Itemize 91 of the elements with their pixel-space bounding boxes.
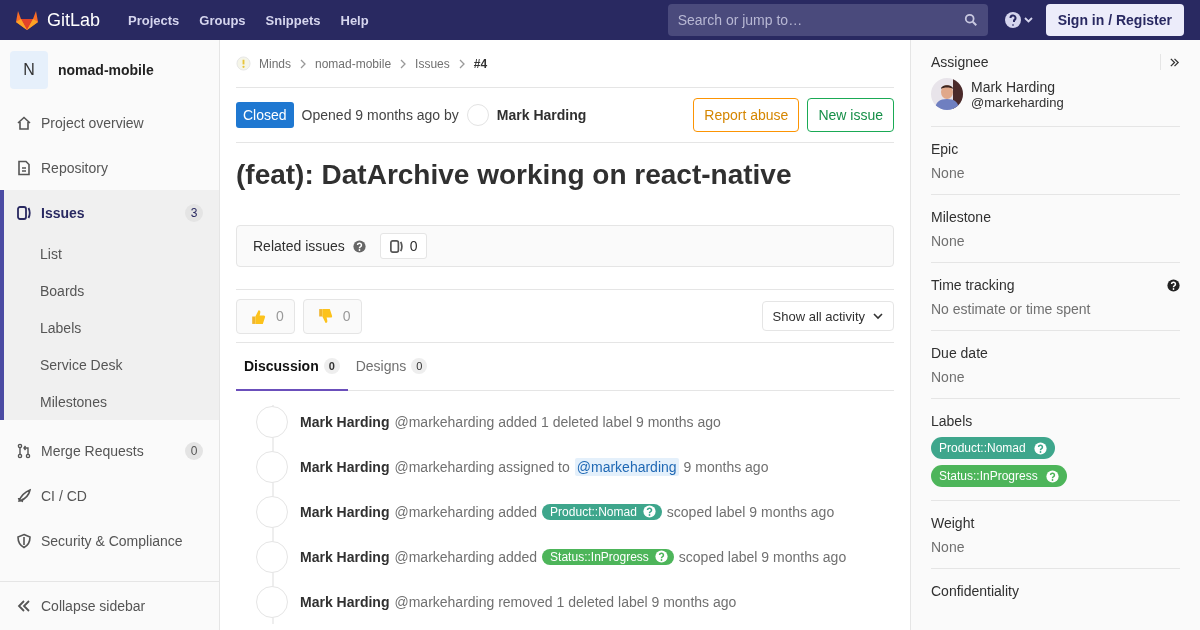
sidebar-item[interactable]: Project overview [41, 114, 144, 131]
author-link[interactable]: Mark Harding [300, 548, 390, 565]
activity-filter-dropdown[interactable]: Show all activity [761, 301, 894, 331]
help-icon [654, 550, 668, 563]
thumbs-up-icon [249, 307, 266, 325]
sidebar-subitem[interactable]: Service Desk [4, 346, 219, 383]
brand-name[interactable]: GitLab [47, 9, 101, 31]
sign-in-button[interactable]: Sign in / Register [1045, 4, 1184, 36]
sidebar-item[interactable]: CI / CD [41, 487, 87, 504]
issues-icon [16, 204, 32, 221]
sidebar-subitem[interactable]: Boards [4, 272, 219, 309]
sidebar-item[interactable]: Merge Requests [41, 442, 144, 459]
event-text: @markeharding added 1 deleted label 9 months ago [394, 413, 721, 430]
sidebar-item[interactable]: Security & Compliance [41, 532, 183, 549]
assignee-name[interactable]: Mark Harding [971, 78, 1064, 95]
sidebar-subitem[interactable]: Labels [4, 309, 219, 346]
section-heading: Weight [931, 515, 975, 531]
section-value: None [931, 233, 966, 249]
author-link[interactable]: Mark Harding [300, 503, 390, 520]
shield-icon [16, 532, 32, 549]
user-mention-link[interactable]: @markeharding [574, 457, 679, 476]
count-badge: 3 [185, 203, 203, 222]
sidebar-subitem[interactable]: Milestones [4, 383, 219, 420]
breadcrumb-link[interactable]: nomad-mobile [315, 56, 392, 71]
section-heading: Time tracking [931, 277, 1015, 293]
fox-logo-icon [15, 9, 39, 31]
breadcrumb-link[interactable]: Issues [415, 56, 450, 71]
nav-link[interactable]: Projects [118, 12, 190, 28]
document-icon [16, 159, 32, 176]
help-dropdown-icon[interactable] [1003, 11, 1034, 29]
new-issue-button[interactable]: New issue [807, 98, 894, 132]
nav-link[interactable]: Groups [189, 12, 256, 28]
breadcrumb-link[interactable]: Minds [259, 56, 291, 71]
breadcrumb-link[interactable]: #4 [473, 56, 488, 71]
nav-link[interactable]: Help [330, 12, 379, 28]
count-badge: 0 [185, 441, 203, 460]
chevron-right-icon [299, 58, 307, 69]
help-icon [642, 505, 656, 518]
rocket-icon [16, 487, 32, 504]
author-link[interactable]: Mark Harding [496, 107, 587, 123]
event-text: 9 months ago [683, 458, 769, 475]
merge-request-icon [16, 442, 32, 459]
issue-title: (feat): DatArchive working on react-native [236, 159, 793, 191]
group-avatar-icon [236, 56, 251, 71]
status-badge: Closed [236, 102, 294, 128]
chevron-right-icon [457, 58, 466, 69]
section-value: None [931, 539, 966, 555]
help-icon [1045, 469, 1059, 483]
section-value: None [931, 369, 966, 385]
double-chevron-left-icon [16, 598, 32, 614]
event-text: @markeharding assigned to [394, 458, 570, 475]
event-text: scoped label 9 months ago [678, 548, 847, 565]
help-icon [1033, 441, 1047, 455]
sidebar-subitem[interactable]: List [4, 235, 219, 272]
event-text: @markeharding added [394, 548, 538, 565]
section-heading: Due date [931, 345, 988, 361]
tab[interactable]: Designs 0 [347, 343, 436, 391]
related-issues-title: Related issues [253, 238, 345, 254]
chevron-right-icon [399, 58, 408, 69]
chevron-down-icon [873, 312, 883, 320]
count-badge: 0 [411, 358, 428, 374]
section-heading: Milestone [931, 209, 991, 225]
home-icon [16, 114, 32, 131]
section-value: No estimate or time spent [931, 301, 1092, 317]
related-count-badge: 0 [379, 233, 427, 259]
event-text: @markeharding added [394, 503, 538, 520]
author-link[interactable]: Mark Harding [300, 413, 390, 430]
section-heading: Confidentiality [931, 583, 1019, 599]
sidebar-item[interactable]: Repository [41, 159, 108, 176]
sidebar-item[interactable]: Issues [41, 204, 85, 221]
section-heading: Epic [931, 141, 959, 157]
collapse-sidebar-button[interactable]: Collapse sidebar [0, 581, 219, 630]
author-link[interactable]: Mark Harding [300, 593, 390, 610]
assignee-username: @markeharding [971, 94, 1064, 110]
search-field[interactable]: Search or jump to… [667, 4, 988, 36]
help-icon [352, 239, 366, 253]
section-value: None [931, 165, 966, 181]
issues-icon [388, 238, 404, 254]
opened-text: Opened 9 months ago by [301, 107, 459, 123]
project-name[interactable]: nomad-mobile [58, 62, 154, 78]
event-text: @markeharding removed 1 deleted label 9 months ago [394, 593, 737, 610]
event-text: scoped label 9 months ago [666, 503, 835, 520]
nav-link[interactable]: Snippets [255, 12, 331, 28]
section-heading: Assignee [931, 54, 989, 70]
project-avatar: N [10, 51, 48, 89]
double-chevron-right-icon[interactable] [1169, 56, 1180, 68]
section-heading: Labels [931, 413, 973, 429]
search-icon [963, 13, 978, 27]
tab[interactable]: Discussion 0 [236, 343, 348, 391]
author-link[interactable]: Mark Harding [300, 458, 390, 475]
count-badge: 0 [323, 358, 340, 374]
